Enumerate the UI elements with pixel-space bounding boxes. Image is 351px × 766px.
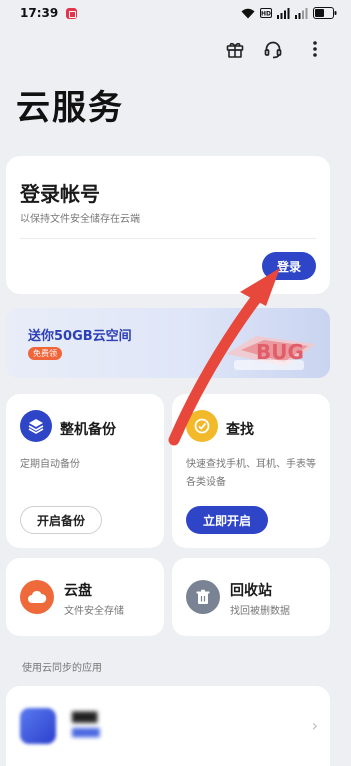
recycle-bin-description: 找回被删数据: [230, 606, 290, 617]
battery-icon: [313, 7, 337, 19]
banner-illustration: BUG: [226, 336, 316, 370]
banner-title: 送你50GB云空间: [28, 329, 132, 344]
locate-icon: [186, 410, 218, 442]
notification-app-icon: [66, 7, 78, 19]
promo-banner[interactable]: 送你50GB云空间 免费领 BUG: [6, 308, 330, 378]
wifi-icon: [241, 8, 255, 18]
svg-text:HD: HD: [261, 11, 271, 18]
login-card-title: 登录帐号: [20, 182, 100, 206]
headset-icon[interactable]: [262, 38, 284, 60]
backup-card[interactable]: 整机备份 定期自动备份 开启备份: [6, 394, 164, 548]
backup-card-description: 定期自动备份: [20, 459, 80, 470]
sync-app-list-item[interactable]: ▇▇▇ ▇▇▇▇ ›: [6, 686, 330, 766]
hd-icon: HD: [260, 8, 272, 18]
find-card-description: 快速查找手机、耳机、手表等各类设备: [186, 459, 316, 488]
chevron-right-icon: ›: [311, 716, 318, 735]
status-indicators: HD: [241, 7, 337, 19]
cloud-disk-description: 文件安全存储: [64, 606, 124, 617]
enable-find-button[interactable]: 立即开启: [186, 506, 268, 534]
app-name-blurred: ▇▇▇: [72, 710, 98, 723]
backup-card-title: 整机备份: [60, 422, 116, 438]
layers-icon: [20, 410, 52, 442]
find-device-card[interactable]: 查找 快速查找手机、耳机、手表等各类设备 立即开启: [172, 394, 330, 548]
banner-badge: 免费领: [28, 347, 62, 360]
recycle-bin-title: 回收站: [230, 583, 272, 599]
find-card-title: 查找: [226, 422, 254, 438]
page-title: 云服务: [16, 88, 124, 128]
login-button[interactable]: 登录: [262, 252, 316, 280]
more-vertical-icon[interactable]: [304, 38, 326, 60]
app-icon: [20, 708, 56, 744]
signal-icon: [277, 7, 290, 19]
status-bar: 17:39 HD: [0, 0, 351, 26]
divider: [20, 238, 316, 239]
cloud-icon: [20, 580, 54, 614]
cloud-disk-title: 云盘: [64, 583, 92, 599]
status-time: 17:39: [20, 6, 59, 20]
recycle-bin-card[interactable]: 回收站 找回被删数据: [172, 558, 330, 636]
cloud-disk-card[interactable]: 云盘 文件安全存储: [6, 558, 164, 636]
sync-apps-section-label: 使用云同步的应用: [22, 663, 102, 674]
trash-icon: [186, 580, 220, 614]
signal-icon-2: [295, 7, 308, 19]
app-status-blurred: ▇▇▇▇: [72, 728, 100, 738]
login-card-subtitle: 以保持文件安全储存在云端: [20, 214, 140, 225]
enable-backup-button[interactable]: 开启备份: [20, 506, 102, 534]
gift-icon[interactable]: [224, 38, 246, 60]
